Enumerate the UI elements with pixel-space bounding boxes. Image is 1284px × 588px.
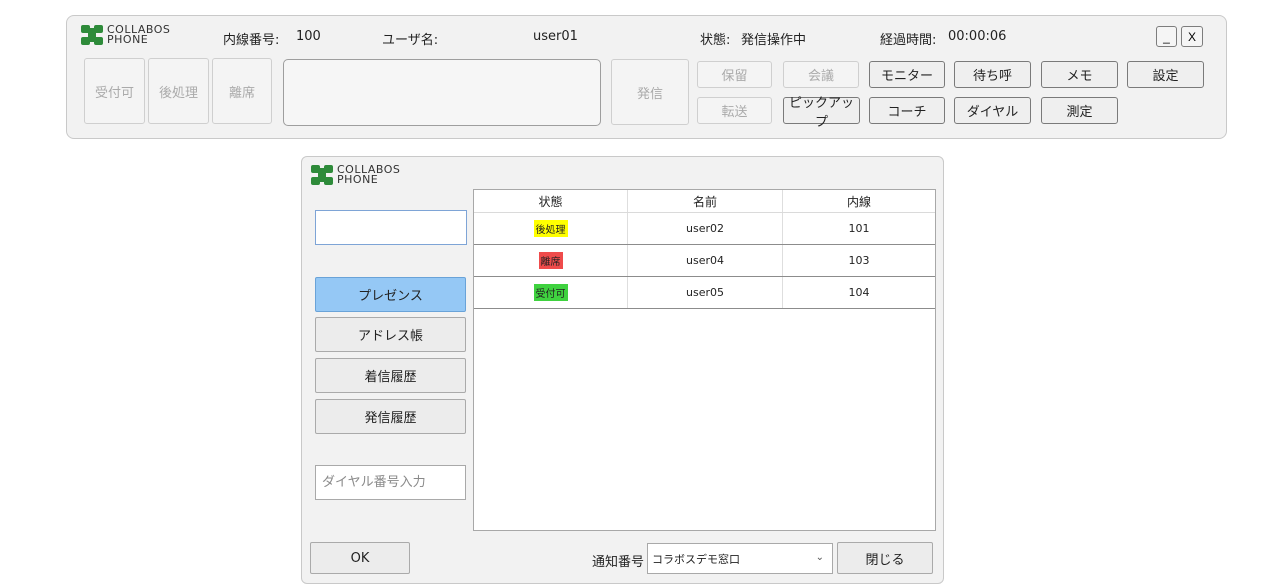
- row-name-cell: user05: [628, 277, 783, 308]
- table-row[interactable]: 受付可 user05 104: [474, 277, 935, 309]
- state-label: 状態:: [700, 33, 731, 48]
- measure-button[interactable]: 測定: [1041, 97, 1118, 124]
- presence-dialog-window: COLLABOS PHONE プレゼンス アドレス帳 着信履歴 発信履歴 状態 …: [301, 156, 944, 584]
- notify-number-select[interactable]: コラボスデモ窓口 ⌄: [647, 543, 833, 574]
- presence-tab-button[interactable]: プレゼンス: [315, 277, 466, 312]
- memo-button[interactable]: メモ: [1041, 61, 1118, 88]
- row-extension-cell: 101: [848, 222, 870, 235]
- row-state-cell: 後処理: [474, 213, 628, 244]
- incoming-history-button[interactable]: 着信履歴: [315, 358, 466, 393]
- table-header: 状態 名前 内線: [474, 190, 935, 213]
- row-extension-cell: 103: [848, 254, 870, 267]
- notify-number-value: コラボスデモ窓口: [652, 552, 740, 566]
- dial-number-input[interactable]: [315, 465, 466, 500]
- dialog-brand-logo: COLLABOS PHONE: [311, 164, 400, 186]
- transfer-button[interactable]: 転送: [697, 97, 772, 124]
- state-value: 発信操作中: [741, 33, 807, 48]
- away-button[interactable]: 離席: [212, 58, 272, 124]
- monitor-button[interactable]: モニター: [869, 61, 945, 88]
- presence-table: 状態 名前 内線 後処理 user02 101 離席 user04 103 受付…: [473, 189, 936, 531]
- notify-number-label: 通知番号: [592, 555, 645, 570]
- queue-button[interactable]: 待ち呼: [954, 61, 1031, 88]
- status-badge: 離席: [538, 252, 563, 269]
- ok-button[interactable]: OK: [310, 542, 410, 574]
- close-dialog-button[interactable]: 閉じる: [837, 542, 933, 574]
- row-state-cell: 受付可: [474, 277, 628, 308]
- call-button[interactable]: 発信: [611, 59, 689, 125]
- table-row[interactable]: 後処理 user02 101: [474, 213, 935, 245]
- after-work-button[interactable]: 後処理: [148, 58, 209, 124]
- hold-button[interactable]: 保留: [697, 61, 772, 88]
- row-extension-cell: 104: [848, 286, 870, 299]
- row-name-cell: user04: [628, 245, 783, 276]
- address-book-button[interactable]: アドレス帳: [315, 317, 466, 352]
- chevron-down-icon: ⌄: [815, 552, 824, 563]
- phone-toolbar-window: COLLABOS PHONE 内線番号: 100 ユーザ名: user01 状態…: [66, 15, 1227, 139]
- row-state-cell: 離席: [474, 245, 628, 276]
- status-badge: 受付可: [533, 284, 568, 301]
- brand-line2: PHONE: [107, 33, 149, 46]
- minimize-button[interactable]: _: [1156, 26, 1177, 47]
- call-display-panel: [283, 59, 601, 126]
- search-input[interactable]: [315, 210, 467, 245]
- dial-button[interactable]: ダイヤル: [954, 97, 1031, 124]
- collabos-logo-icon: [311, 165, 333, 185]
- elapsed-label: 経過時間:: [880, 33, 937, 48]
- outgoing-history-button[interactable]: 発信履歴: [315, 399, 466, 434]
- extension-value: 100: [296, 29, 321, 44]
- header-name[interactable]: 名前: [628, 190, 783, 212]
- pickup-button[interactable]: ピックアップ: [783, 96, 860, 130]
- header-state[interactable]: 状態: [474, 190, 628, 212]
- conference-button[interactable]: 会議: [783, 61, 859, 88]
- close-window-button[interactable]: X: [1181, 26, 1203, 47]
- brand-logo: COLLABOS PHONE: [81, 24, 170, 46]
- coach-button[interactable]: コーチ: [869, 97, 945, 124]
- elapsed-value: 00:00:06: [948, 29, 1007, 44]
- available-button[interactable]: 受付可: [84, 58, 145, 124]
- collabos-logo-icon: [81, 25, 103, 45]
- table-row[interactable]: 離席 user04 103: [474, 245, 935, 277]
- header-extension[interactable]: 内線: [783, 190, 935, 212]
- settings-button[interactable]: 設定: [1127, 61, 1204, 88]
- username-value: user01: [533, 29, 578, 44]
- username-label: ユーザ名:: [382, 33, 439, 48]
- dialog-brand-line2: PHONE: [337, 173, 379, 186]
- status-badge: 後処理: [533, 220, 568, 237]
- row-name-cell: user02: [628, 213, 783, 244]
- extension-label: 内線番号:: [223, 33, 280, 48]
